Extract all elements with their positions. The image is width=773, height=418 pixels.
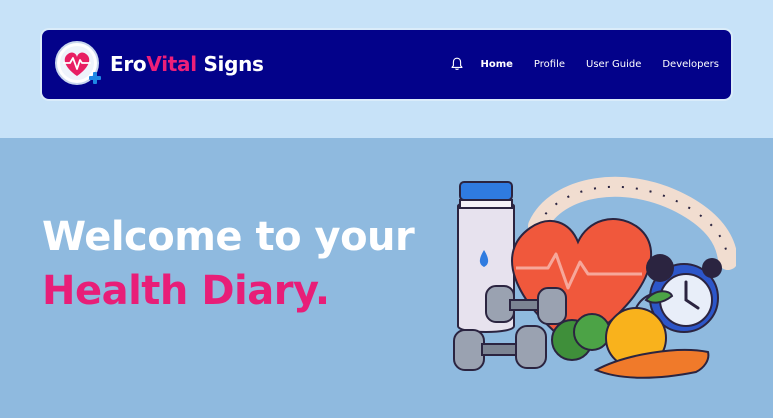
nav-link-profile[interactable]: Profile [534, 59, 565, 70]
hero-line-2: Health Diary. [42, 268, 330, 314]
navbar: EroVital Signs Home Profile User Guide D… [42, 30, 731, 99]
heart-pulse-logo-icon [55, 41, 101, 85]
nav-link-developers[interactable]: Developers [662, 59, 719, 70]
health-fitness-illustration-icon [453, 176, 736, 379]
hero-line-1: Welcome to your [42, 214, 415, 260]
hero-headline: Welcome to your Health Diary. [42, 210, 415, 318]
nav-link-home[interactable]: Home [480, 59, 512, 70]
nav-menu: Home Profile User Guide Developers [451, 52, 719, 76]
bell-icon[interactable] [451, 57, 465, 71]
brand[interactable]: EroVital Signs [54, 40, 264, 88]
nav-link-user-guide[interactable]: User Guide [586, 59, 641, 70]
brand-name: EroVital Signs [110, 52, 264, 76]
